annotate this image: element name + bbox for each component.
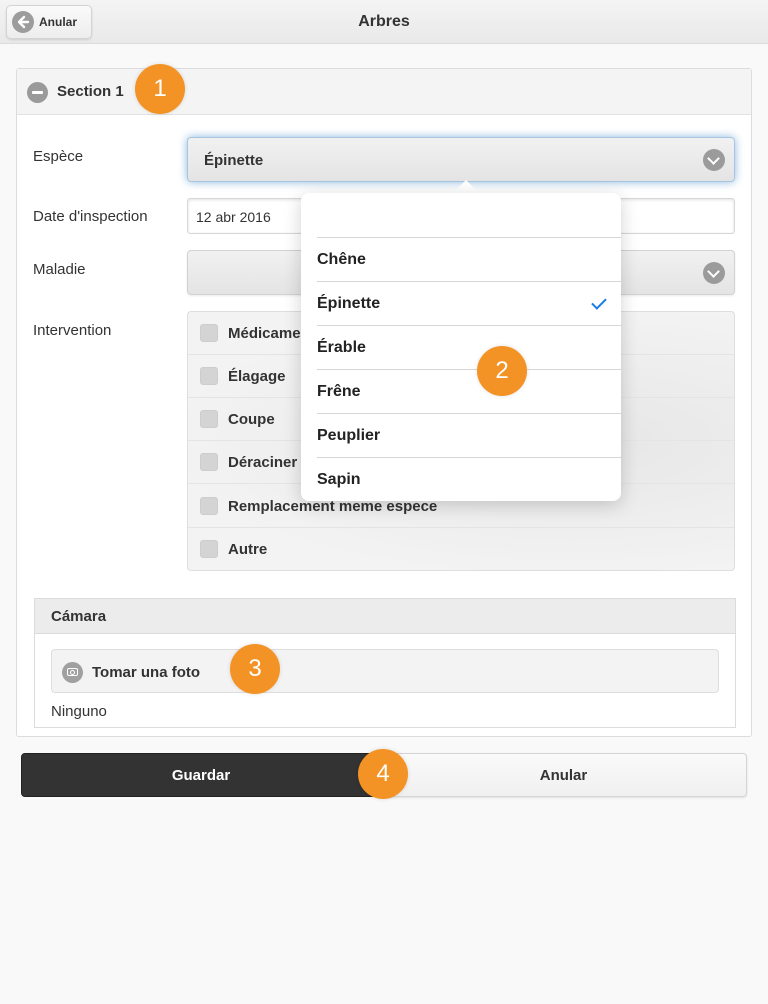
checkbox[interactable]	[200, 324, 218, 342]
espece-select[interactable]: Épinette	[187, 137, 735, 182]
popover-option-label: Épinette	[317, 295, 381, 312]
espece-label: Espèce	[33, 148, 84, 165]
popover-option-label: Érable	[317, 339, 366, 356]
chevron-down-icon	[703, 149, 725, 171]
date-input-value: 12 abr 2016	[196, 209, 271, 225]
espece-options-popover: Chêne Épinette Érable Frêne Peuplier Sap…	[301, 193, 621, 501]
minus-circle-icon[interactable]	[27, 82, 48, 103]
popover-option-epinette[interactable]: Épinette	[317, 281, 621, 325]
popover-option-label: Peuplier	[317, 427, 381, 444]
callout-badge: 4	[358, 749, 408, 799]
checkbox[interactable]	[200, 540, 218, 558]
take-photo-button[interactable]: Tomar una foto	[51, 649, 719, 693]
callout-badge: 3	[230, 644, 280, 694]
checkbox[interactable]	[200, 497, 218, 515]
popover-option-label: Frêne	[317, 383, 361, 400]
page-title: Arbres	[358, 13, 410, 30]
camera-icon	[62, 662, 83, 683]
popover-arrow	[452, 180, 480, 194]
popover-option-chene[interactable]: Chêne	[317, 237, 621, 281]
popover-option-peuplier[interactable]: Peuplier	[317, 413, 621, 457]
callout-badge: 1	[135, 64, 185, 114]
intervention-option-label: Coupe	[228, 411, 275, 428]
intervention-option[interactable]: Autre	[188, 528, 734, 570]
section-header[interactable]: Section 1	[17, 69, 751, 115]
popover-option-erable[interactable]: Érable	[317, 325, 621, 369]
callout-badge: 2	[477, 346, 527, 396]
popover-option-sapin[interactable]: Sapin	[317, 457, 621, 501]
checkbox[interactable]	[200, 410, 218, 428]
take-photo-label: Tomar una foto	[92, 664, 201, 681]
checkmark-icon	[591, 294, 607, 310]
intervention-option-label: Élagage	[228, 368, 286, 385]
save-button[interactable]: Guardar	[21, 753, 381, 797]
espece-select-value: Épinette	[204, 152, 264, 169]
camera-title: Cámara	[51, 608, 107, 625]
cancel-button[interactable]: Anular	[381, 753, 747, 797]
checkbox[interactable]	[200, 453, 218, 471]
intervention-option-label: Déraciner	[228, 454, 298, 471]
intervention-label: Intervention	[33, 322, 112, 339]
camera-section: Cámara Tomar una foto Ninguno	[34, 598, 736, 728]
checkbox[interactable]	[200, 367, 218, 385]
popover-option-frene[interactable]: Frêne	[317, 369, 621, 413]
popover-option-label: Chêne	[317, 251, 366, 268]
popover-option-label: Sapin	[317, 471, 361, 488]
camera-header: Cámara	[35, 599, 735, 634]
date-label: Date d'inspection	[33, 208, 148, 225]
maladie-label: Maladie	[33, 261, 86, 278]
chevron-down-icon	[703, 262, 725, 284]
section-title: Section 1	[57, 83, 124, 100]
intervention-option-label: Autre	[228, 541, 268, 558]
header-bar: Anular Arbres	[0, 0, 768, 44]
photo-status: Ninguno	[51, 703, 107, 720]
